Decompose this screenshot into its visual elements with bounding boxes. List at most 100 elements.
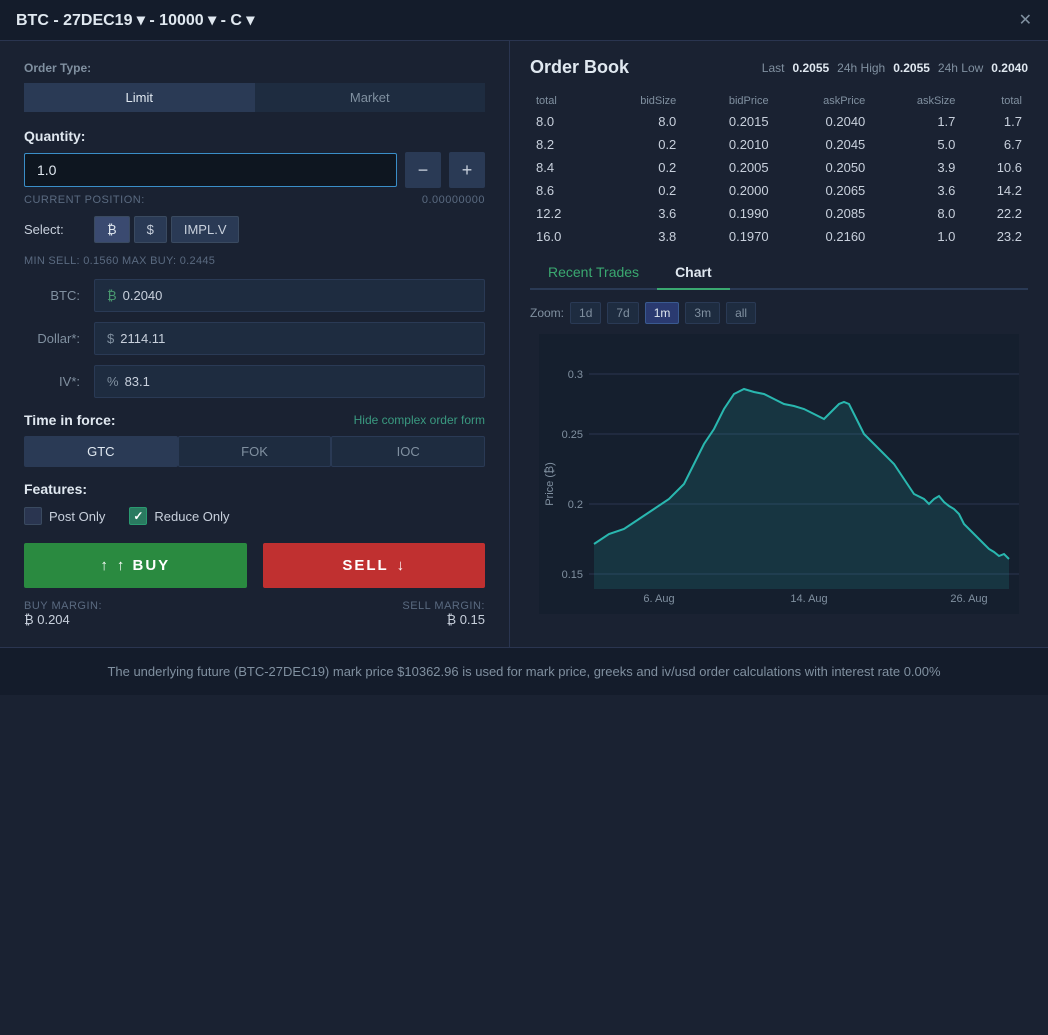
cell-total2: 6.7: [961, 133, 1028, 156]
footnote: The underlying future (BTC-27DEC19) mark…: [0, 647, 1048, 695]
chart-area: 0.3 0.25 0.2 0.15 Price (₿) 6. Aug 14. A…: [530, 334, 1028, 614]
tab-recent-trades[interactable]: Recent Trades: [530, 256, 657, 290]
main-layout: Order Type: Limit Market Quantity: − + C…: [0, 41, 1048, 647]
order-type-limit[interactable]: Limit: [24, 83, 255, 112]
reduce-only-label: Reduce Only: [154, 509, 229, 524]
sell-button[interactable]: SELL ↓: [263, 543, 486, 588]
table-row: 16.0 3.8 0.1970 0.2160 1.0 23.2: [530, 225, 1028, 248]
dollar-price-field[interactable]: $ 2114.11: [94, 322, 485, 355]
col-header-bidprice: bidPrice: [682, 92, 774, 110]
table-row: 8.4 0.2 0.2005 0.2050 3.9 10.6: [530, 156, 1028, 179]
table-row: 12.2 3.6 0.1990 0.2085 8.0 22.2: [530, 202, 1028, 225]
svg-text:0.25: 0.25: [562, 429, 583, 441]
cell-asksize: 8.0: [871, 202, 961, 225]
iv-price-field[interactable]: % 83.1: [94, 365, 485, 398]
feature-reduce-only: ✓ Reduce Only: [129, 507, 229, 525]
cell-bidprice: 0.1970: [682, 225, 774, 248]
tab-chart[interactable]: Chart: [657, 256, 730, 290]
tif-label: Time in force:: [24, 412, 116, 428]
cell-bidsize: 0.2: [597, 133, 683, 156]
cell-asksize: 3.9: [871, 156, 961, 179]
cell-total1: 8.0: [530, 110, 597, 133]
col-header-askprice: askPrice: [775, 92, 872, 110]
col-header-bidsize: bidSize: [597, 92, 683, 110]
cell-askprice: 0.2065: [775, 179, 872, 202]
current-position-value: 0.00000000: [422, 194, 485, 206]
cell-bidsize: 3.8: [597, 225, 683, 248]
close-button[interactable]: ✕: [1019, 10, 1032, 30]
reduce-only-checkbox[interactable]: ✓: [129, 507, 147, 525]
buy-label: ↑ BUY: [117, 557, 170, 574]
zoom-7d[interactable]: 7d: [607, 302, 638, 324]
order-type-row: Limit Market: [24, 83, 485, 112]
cell-total1: 8.4: [530, 156, 597, 179]
order-book-title: Order Book: [530, 57, 629, 78]
svg-text:6. Aug: 6. Aug: [643, 593, 674, 605]
order-book-header: Order Book Last 0.2055 24h High 0.2055 2…: [530, 57, 1028, 78]
select-row: Select: ₿ $ IMPL.V: [24, 216, 485, 243]
svg-text:0.3: 0.3: [568, 369, 583, 381]
footnote-text: The underlying future (BTC-27DEC19) mark…: [107, 664, 940, 679]
btc-value: 0.2040: [123, 288, 163, 303]
dollar-label: Dollar*:: [24, 331, 94, 346]
cell-total1: 12.2: [530, 202, 597, 225]
cell-bidsize: 3.6: [597, 202, 683, 225]
buy-button[interactable]: ↑ ↑ BUY: [24, 543, 247, 588]
last-label: Last: [762, 61, 785, 75]
quantity-decrement-button[interactable]: −: [405, 152, 441, 188]
svg-text:0.2: 0.2: [568, 499, 583, 511]
svg-text:14. Aug: 14. Aug: [790, 593, 827, 605]
current-position-row: CURRENT POSITION: 0.00000000: [24, 194, 485, 206]
table-row: 8.0 8.0 0.2015 0.2040 1.7 1.7: [530, 110, 1028, 133]
buy-margin-label: BUY MARGIN:: [24, 600, 102, 612]
high-value: 0.2055: [893, 61, 930, 75]
sell-label: SELL: [342, 557, 388, 574]
low-value: 0.2040: [991, 61, 1028, 75]
cell-asksize: 1.7: [871, 110, 961, 133]
features-section: Features: Post Only ✓ Reduce Only: [24, 481, 485, 525]
checkmark-icon: ✓: [133, 509, 143, 523]
tabs-row: Recent Trades Chart: [530, 256, 1028, 290]
btc-label: BTC:: [24, 288, 94, 303]
hide-complex-link[interactable]: Hide complex order form: [354, 413, 485, 427]
quantity-increment-button[interactable]: +: [449, 152, 485, 188]
cell-asksize: 3.6: [871, 179, 961, 202]
last-value: 0.2055: [792, 61, 829, 75]
percent-icon: %: [107, 374, 119, 389]
zoom-1m[interactable]: 1m: [645, 302, 680, 324]
sell-margin-value: ₿ 0.15: [402, 612, 485, 627]
cell-total2: 14.2: [961, 179, 1028, 202]
sell-margin-group: SELL MARGIN: ₿ 0.15: [402, 600, 485, 627]
col-header-total2: total: [961, 92, 1028, 110]
zoom-3m[interactable]: 3m: [685, 302, 720, 324]
cell-askprice: 0.2050: [775, 156, 872, 179]
dollar-value: 2114.11: [120, 331, 165, 346]
tif-btn-group: GTC FOK IOC: [24, 436, 485, 467]
cell-bidsize: 8.0: [597, 110, 683, 133]
select-usd[interactable]: $: [134, 216, 167, 243]
cell-bidprice: 0.1990: [682, 202, 774, 225]
window-title: BTC - 27DEC19 ▾ - 10000 ▾ - C ▾: [16, 10, 254, 30]
zoom-all[interactable]: all: [726, 302, 756, 324]
btc-price-field[interactable]: ₿ 0.2040: [94, 279, 485, 312]
dollar-icon: $: [107, 331, 114, 346]
left-panel: Order Type: Limit Market Quantity: − + C…: [0, 41, 510, 647]
cell-asksize: 5.0: [871, 133, 961, 156]
buy-sell-row: ↑ ↑ BUY SELL ↓: [24, 543, 485, 588]
order-book-stats: Last 0.2055 24h High 0.2055 24h Low 0.20…: [762, 61, 1028, 75]
order-type-market[interactable]: Market: [255, 83, 486, 112]
select-label: Select:: [24, 222, 84, 237]
tif-gtc[interactable]: GTC: [24, 436, 178, 467]
order-book-table: total bidSize bidPrice askPrice askSize …: [530, 92, 1028, 248]
tif-ioc[interactable]: IOC: [331, 436, 485, 467]
select-btc[interactable]: ₿: [94, 216, 130, 243]
quantity-input[interactable]: [24, 153, 397, 187]
zoom-1d[interactable]: 1d: [570, 302, 601, 324]
cell-bidsize: 0.2: [597, 179, 683, 202]
select-implv[interactable]: IMPL.V: [171, 216, 240, 243]
post-only-checkbox[interactable]: [24, 507, 42, 525]
tif-section: Time in force: Hide complex order form G…: [24, 412, 485, 467]
cell-askprice: 0.2085: [775, 202, 872, 225]
svg-text:0.15: 0.15: [562, 569, 583, 581]
tif-fok[interactable]: FOK: [178, 436, 332, 467]
